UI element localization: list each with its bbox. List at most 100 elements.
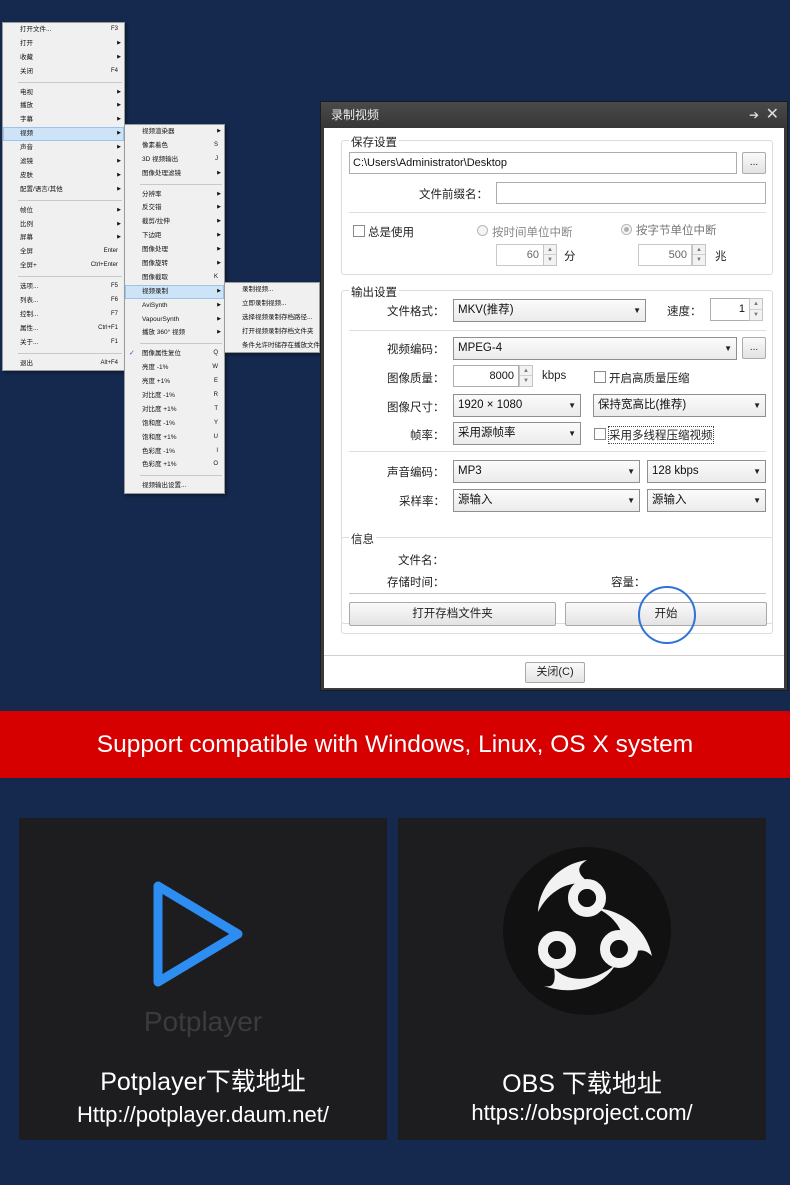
image-size-select[interactable]: 1920 × 1080 ▼ <box>453 394 581 417</box>
menu-item-label: 收藏 <box>20 53 33 61</box>
menu-item[interactable]: 色彩度 +1% O <box>125 458 224 472</box>
menu-item[interactable]: AviSynth ▶ <box>125 299 224 313</box>
speed-spinner[interactable]: ▲ ▼ <box>749 298 763 321</box>
menu-item[interactable]: 立即录制视频... <box>225 297 319 311</box>
split-time-radio[interactable] <box>477 225 488 236</box>
menu-item[interactable]: 关闭 F4 <box>3 65 124 79</box>
quality-field[interactable]: 8000 <box>453 365 519 387</box>
menu-item[interactable]: 控制... F7 <box>3 308 124 322</box>
always-use-checkbox[interactable] <box>353 225 365 237</box>
menu-item[interactable]: 图像旋转 ▶ <box>125 257 224 271</box>
menu-item[interactable]: 视频 ▶ <box>3 127 124 142</box>
menu-item[interactable]: 对比度 +1% T <box>125 403 224 417</box>
potplayer-url[interactable]: Http://potplayer.daum.net/ <box>19 1102 387 1128</box>
menu-item[interactable]: 下边距 ▶ <box>125 229 224 243</box>
menu-item[interactable]: 播放 ▶ <box>3 99 124 113</box>
pin-icon[interactable]: ➔ <box>749 102 759 128</box>
menu-item[interactable]: 截剪/拉伸 ▶ <box>125 215 224 229</box>
menu-item[interactable]: 饱和度 -1% Y <box>125 417 224 431</box>
aspect-ratio-select[interactable]: 保持宽高比(推荐) ▼ <box>593 394 766 417</box>
multithread-label: 采用多线程压缩视频 <box>608 426 714 444</box>
save-path-field[interactable]: C:\Users\Administrator\Desktop <box>349 152 737 174</box>
channels-select[interactable]: 源输入 ▼ <box>647 489 766 512</box>
menu-item[interactable]: 视频输出设置... <box>125 479 224 493</box>
menu-item[interactable]: 3D 视频输出 J <box>125 153 224 167</box>
prefix-field[interactable] <box>496 182 766 204</box>
menu-item[interactable]: 视频渲染器 ▶ <box>125 125 224 139</box>
menu-item[interactable]: 退出 Alt+F4 <box>3 357 124 371</box>
samplerate-select[interactable]: 源输入 ▼ <box>453 489 640 512</box>
size-spinner[interactable]: ▲ ▼ <box>692 244 706 266</box>
quality-spinner[interactable]: ▲ ▼ <box>519 365 533 387</box>
time-value-field[interactable]: 60 <box>496 244 544 266</box>
high-quality-checkbox[interactable] <box>594 371 606 383</box>
menu-item-shortcut: Ctrl+Enter <box>90 262 118 269</box>
multithread-checkbox[interactable] <box>594 428 606 440</box>
menu-item[interactable]: 亮度 -1% W <box>125 361 224 375</box>
menu-item[interactable]: 皮肤 ▶ <box>3 169 124 183</box>
menu-item[interactable]: 对比度 -1% R <box>125 389 224 403</box>
menu-item-label: 色彩度 -1% <box>142 447 175 455</box>
submenu-arrow-icon: ▶ <box>117 88 121 95</box>
format-select[interactable]: MKV(推荐) ▼ <box>453 299 646 322</box>
vcodec-settings-button[interactable]: ... <box>742 337 766 359</box>
menu-item[interactable]: 关于... F1 <box>3 336 124 350</box>
menu-item[interactable]: 列表... F6 <box>3 294 124 308</box>
menu-separator <box>18 352 122 354</box>
menu-item[interactable]: 条件允许时储存在播放文件夹 <box>225 339 327 353</box>
menu-item[interactable]: 电视 ▶ <box>3 86 124 100</box>
menu-item[interactable]: 录制视频... <box>225 283 319 297</box>
menu-item[interactable]: 亮度 +1% E <box>125 375 224 389</box>
record-video-dialog: 录制视频 ➔ ✕ 保存设置 C:\Users\Administrator\Des… <box>320 101 788 691</box>
menu-item[interactable]: 声音 ▶ <box>3 141 124 155</box>
menu-item[interactable]: 分辨率 ▶ <box>125 188 224 202</box>
storetime-label: 存储时间： <box>387 577 445 589</box>
menu-item[interactable]: 选择视频录制存档路径... <box>225 311 319 325</box>
menu-item[interactable]: ✓ 图像属性复位 Q <box>125 347 224 361</box>
menu-item[interactable]: 滤镜 ▶ <box>3 155 124 169</box>
menu-item[interactable]: 属性... Ctrl+F1 <box>3 322 124 336</box>
open-folder-button[interactable]: 打开存档文件夹 <box>349 602 556 626</box>
menu-item[interactable]: VapourSynth ▶ <box>125 313 224 327</box>
close-button[interactable]: 关闭(C) <box>525 662 585 683</box>
menu-item[interactable]: 屏幕 ▶ <box>3 231 124 245</box>
menu-item[interactable]: 像素着色 S <box>125 139 224 153</box>
fps-select[interactable]: 采用源帧率 ▼ <box>453 422 581 445</box>
split-size-radio[interactable] <box>621 224 632 235</box>
menu-item[interactable]: 图像处理 ▶ <box>125 243 224 257</box>
menu-item[interactable]: 收藏 ▶ <box>3 51 124 65</box>
menu-item[interactable]: 全屏+ Ctrl+Enter <box>3 259 124 273</box>
menu-item[interactable]: 图像截取 K <box>125 271 224 285</box>
menu-item[interactable]: 视频录制 ▶ <box>125 284 224 299</box>
menu-item[interactable]: 字幕 ▶ <box>3 113 124 127</box>
compatibility-banner: Support compatible with Windows, Linux, … <box>0 711 790 778</box>
menu-item-shortcut: Alt+F4 <box>100 359 118 366</box>
close-icon[interactable]: ✕ <box>766 102 779 128</box>
menu-item[interactable]: 选项... F5 <box>3 280 124 294</box>
obs-url[interactable]: https://obsproject.com/ <box>398 1100 766 1126</box>
menu-item[interactable]: 打开文件... F3 <box>3 23 124 37</box>
menu-item[interactable]: 全屏 Enter <box>3 245 124 259</box>
menu-item[interactable]: 饱和度 +1% U <box>125 431 224 445</box>
vcodec-select[interactable]: MPEG-4 ▼ <box>453 337 737 360</box>
potplayer-title: Potplayer下载地址 <box>100 1068 306 1096</box>
time-spinner[interactable]: ▲ ▼ <box>543 244 557 266</box>
menu-item-shortcut: F1 <box>110 338 118 345</box>
menu-item[interactable]: 图像处理滤镜 ▶ <box>125 167 224 181</box>
menu-item-label: 反交错 <box>142 204 162 212</box>
menu-item[interactable]: 配置/语言/其他 ▶ <box>3 183 124 197</box>
size-value-field[interactable]: 500 <box>638 244 692 266</box>
speed-field[interactable]: 1 <box>710 298 750 321</box>
menu-item[interactable]: 打开 ▶ <box>3 37 124 51</box>
browse-path-button[interactable]: ... <box>742 152 766 174</box>
menu-item[interactable]: 打开视频录制存档文件夹 <box>225 325 319 339</box>
acodec-select[interactable]: MP3 ▼ <box>453 460 640 483</box>
speed-label: 速度： <box>667 306 702 318</box>
menu-item[interactable]: 色彩度 -1% I <box>125 445 224 459</box>
video-submenu: 视频渲染器 ▶ 像素着色 S 3D 视频输出 J 图像处理滤镜 ▶ 分辨率 ▶ 反交错 ▶ 截剪/拉伸 ▶… <box>124 124 225 495</box>
menu-item[interactable]: 播放 360° 视频 ▶ <box>125 326 224 340</box>
audio-bitrate-select[interactable]: 128 kbps ▼ <box>647 460 766 483</box>
menu-item[interactable]: 比例 ▶ <box>3 218 124 232</box>
menu-item[interactable]: 反交错 ▶ <box>125 201 224 215</box>
menu-item[interactable]: 帧位 ▶ <box>3 204 124 218</box>
